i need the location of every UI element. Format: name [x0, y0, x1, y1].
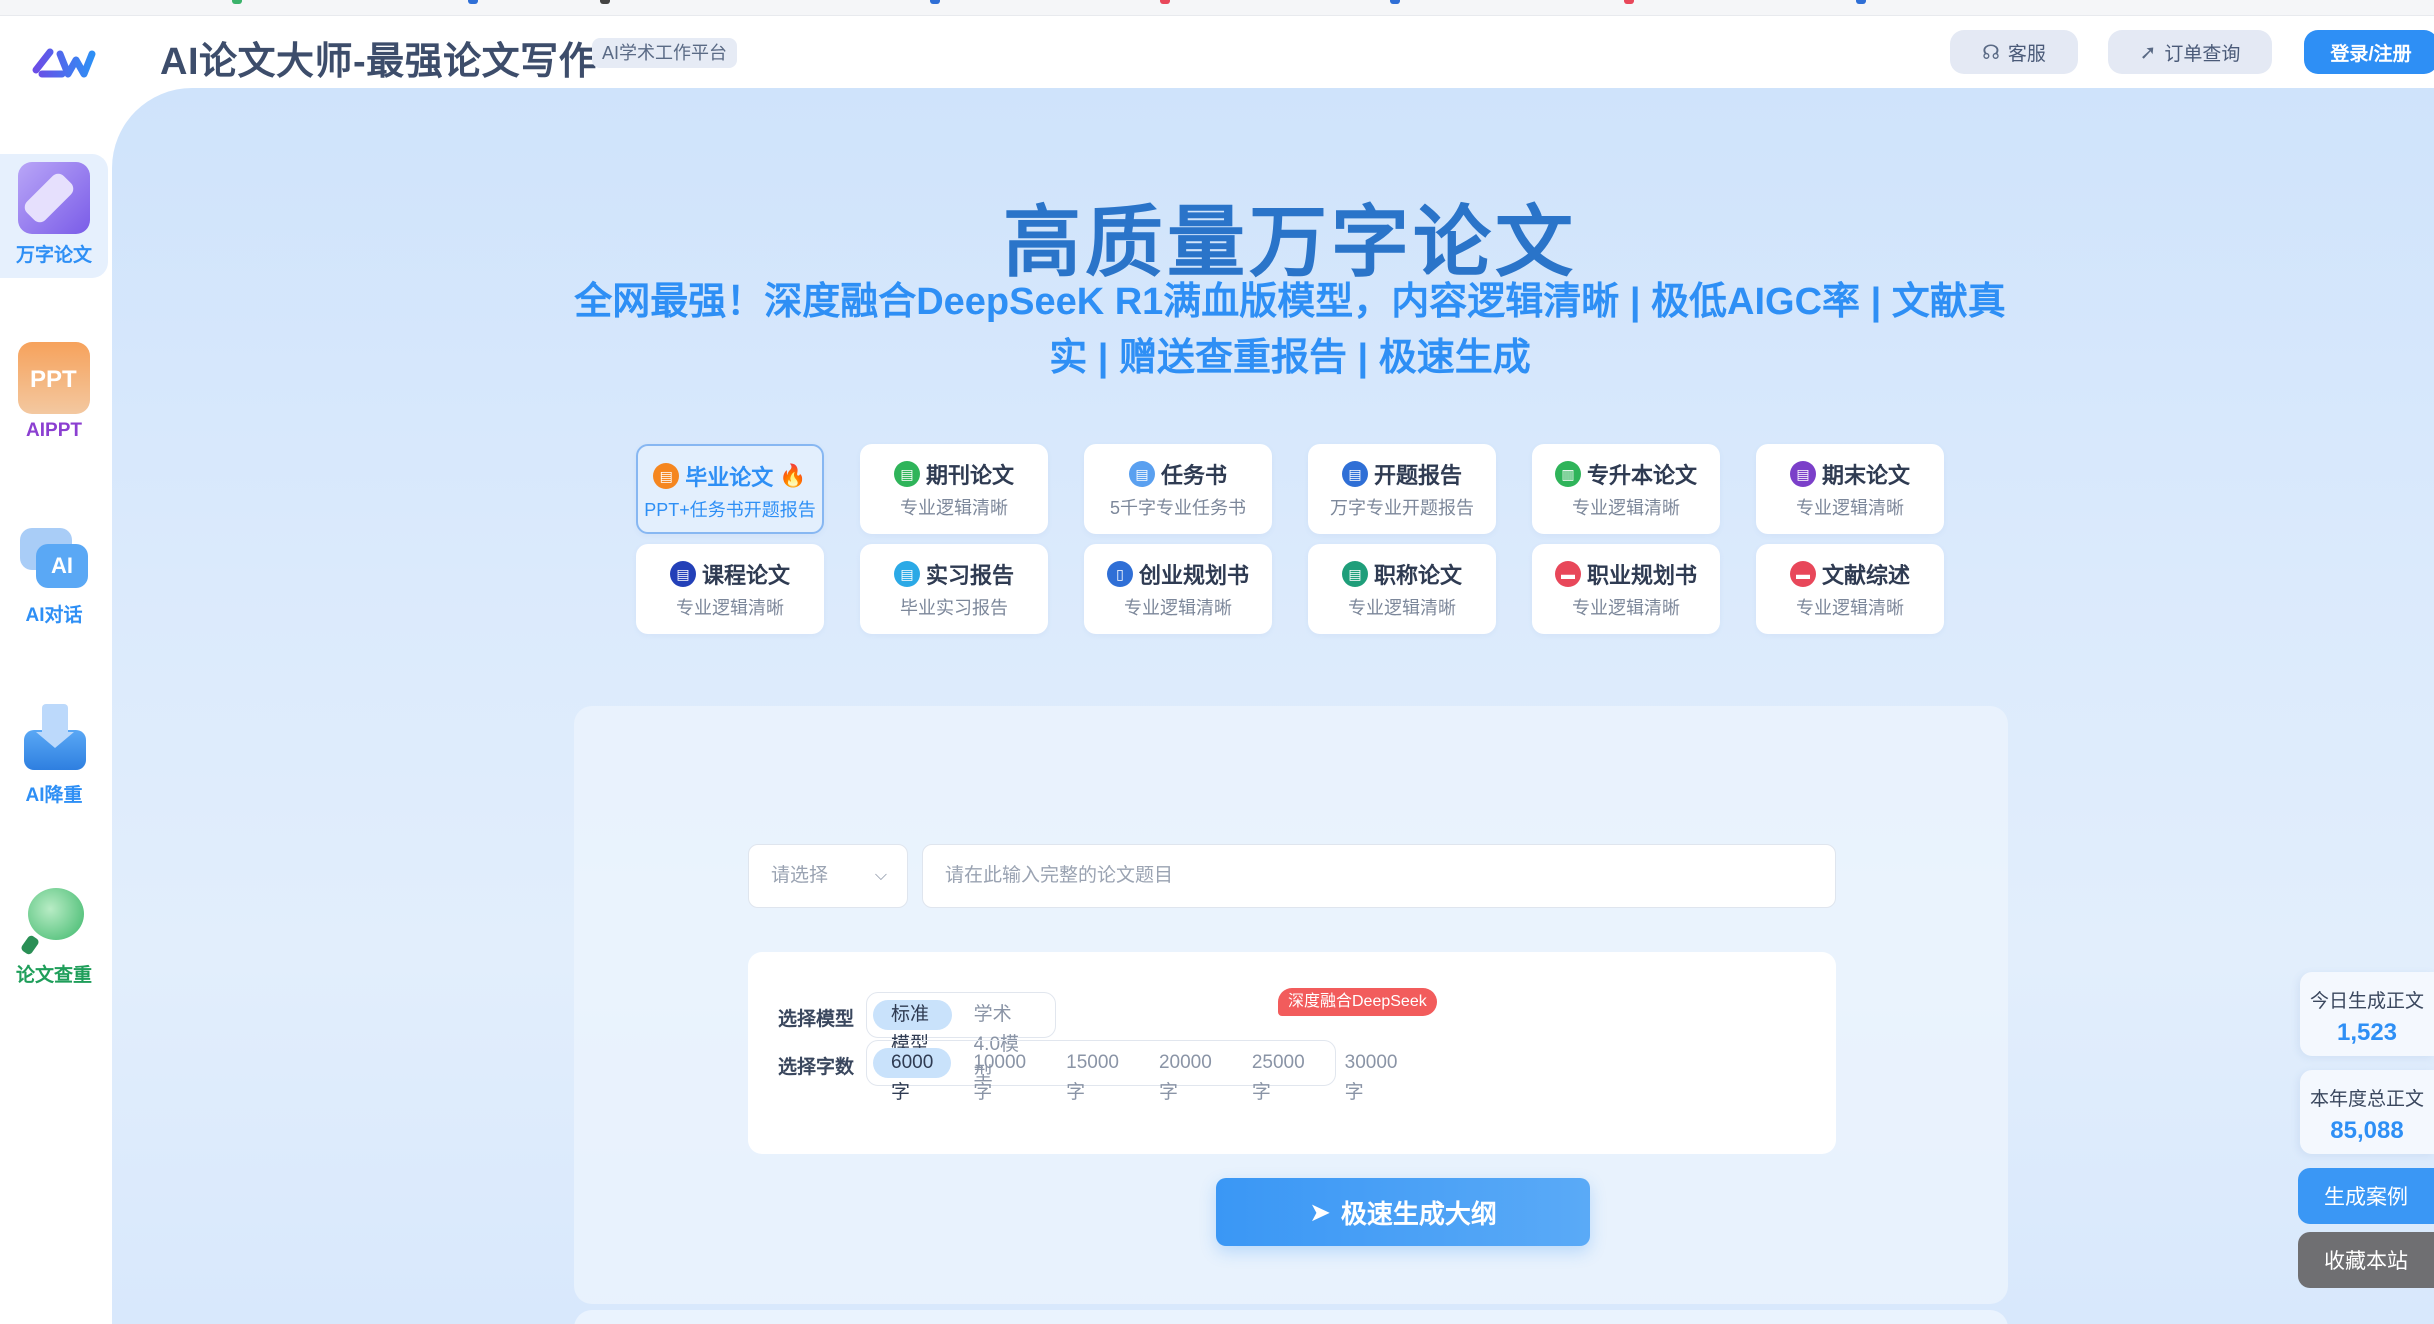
headset-icon: ☊ [1982, 41, 2000, 64]
ai-chat-icon: AI [18, 522, 90, 594]
card-subtitle: 毕业实习报告 [900, 598, 1008, 618]
card-title: 实习报告 [925, 563, 1014, 588]
paper-type-card[interactable]: ▤ 职称论文专业逻辑清晰 [1308, 544, 1496, 634]
paper-type-card[interactable]: ▤ 开题报告万字专业开题报告 [1308, 444, 1496, 534]
card-title: 职称论文 [1373, 563, 1462, 588]
doc-icon: ▤ [653, 463, 680, 489]
card-title: 文献综述 [1821, 563, 1910, 588]
paper-type-card[interactable]: ▤ 期刊论文专业逻辑清晰 [860, 444, 1048, 534]
doc-icon: ▤ [1789, 461, 1816, 487]
order-query-button[interactable]: ➚ 订单查询 [2108, 30, 2272, 74]
deepseek-badge: 深度融合DeepSeek [1278, 988, 1437, 1016]
doc-icon: ▯ [1106, 561, 1133, 587]
next-section-card [574, 1310, 2008, 1324]
left-sidebar: 万字论文 PPT AIPPT AI AI对话 AI降重 论文查重 [0, 88, 112, 1324]
card-subtitle: 专业逻辑清晰 [1124, 598, 1232, 618]
sidebar-item-ai-chat[interactable]: AI AI对话 [0, 514, 108, 638]
year-stat: 本年度总正文 85,088 [2300, 1070, 2434, 1154]
customer-service-button[interactable]: ☊ 客服 [1950, 30, 2078, 74]
paper-type-cards: ▤ 毕业论文 🔥 PPT+任务书开题报告 ▤ 期刊论文 专业逻辑清晰 ▤ 任务书 5千字专业任务书… [636, 444, 2076, 644]
word-option[interactable]: 10000字 [955, 1048, 1044, 1103]
sidebar-item-aippt[interactable]: PPT AIPPT [0, 334, 108, 458]
paper-type-card[interactable]: ▤ 毕业论文 🔥 PPT+任务书开题报告 [636, 444, 824, 534]
doc-icon: ▤ [893, 461, 920, 487]
card-subtitle: 专业逻辑清晰 [1572, 598, 1680, 618]
paper-type-card[interactable]: ▤ 期末论文专业逻辑清晰 [1756, 444, 1944, 534]
paper-type-card[interactable]: ▥ 专升本论文专业逻辑清晰 [1532, 444, 1720, 534]
paper-type-card[interactable]: ▤ 实习报告毕业实习报告 [860, 544, 1048, 634]
model-label: 选择模型 [778, 1009, 855, 1030]
app-title: AI论文大师-最强论文写作 [160, 41, 598, 83]
chevron-down-icon: ⌵ [874, 867, 887, 884]
cases-button[interactable]: 生成案例 [2298, 1168, 2434, 1224]
card-title: 职业规划书 [1586, 563, 1697, 588]
magnifier-icon [18, 882, 90, 956]
doc-icon: ▤ [669, 561, 696, 587]
word-option[interactable]: 6000字 [873, 1048, 952, 1103]
paper-type-card[interactable]: ▤ 课程论文专业逻辑清晰 [636, 544, 824, 634]
sidebar-item-plagiarism-check[interactable]: 论文查重 [0, 874, 108, 998]
sidebar-item-thesis[interactable]: 万字论文 [0, 154, 108, 278]
card-subtitle: 专业逻辑清晰 [1796, 598, 1904, 618]
word-option[interactable]: 30000字 [1327, 1048, 1416, 1103]
card-title: 期末论文 [1821, 463, 1910, 488]
bookmark-button[interactable]: 收藏本站 [2298, 1232, 2434, 1288]
sidebar-item-ai-rewrite[interactable]: AI降重 [0, 694, 108, 818]
paper-type-card[interactable]: ▬ 职业规划书专业逻辑清晰 [1532, 544, 1720, 634]
doc-icon: ▤ [1128, 461, 1155, 487]
pen-icon [18, 162, 90, 234]
doc-icon: ▬ [1789, 561, 1816, 587]
topic-input[interactable] [922, 844, 1836, 908]
word-option[interactable]: 25000字 [1234, 1048, 1323, 1103]
doc-icon: ▥ [1554, 461, 1581, 487]
browser-bookmark-strip [0, 0, 2434, 16]
card-subtitle: 专业逻辑清晰 [1348, 598, 1456, 618]
words-label: 选择字数 [778, 1057, 855, 1078]
model-option-standard[interactable]: 标准模型 [873, 1000, 952, 1055]
app-logo-icon[interactable] [20, 40, 100, 90]
doc-icon: ▤ [893, 561, 920, 587]
login-register-button[interactable]: 登录/注册 [2304, 30, 2434, 74]
card-title: 开题报告 [1373, 463, 1462, 488]
card-subtitle: 万字专业开题报告 [1330, 498, 1474, 518]
card-title: 创业规划书 [1138, 563, 1249, 588]
download-tray-icon [18, 702, 90, 774]
card-title: 专升本论文 [1586, 463, 1697, 488]
rocket-icon: ➚ [2139, 41, 2157, 64]
hero-subtitle: 全网最强！深度融合DeepSeeK R1满血版模型，内容逻辑清晰 | 极低AIG… [574, 281, 2006, 379]
card-subtitle: PPT+任务书开题报告 [644, 500, 816, 520]
paper-type-card[interactable]: ▤ 任务书 5千字专业任务书 [1084, 444, 1272, 534]
form-panel: 请选择 ⌵ 选择模型 标准模型 学术4.0模型 深度融合DeepSeek 选择字… [574, 706, 2008, 1304]
model-selector: 标准模型 学术4.0模型 [866, 992, 1056, 1085]
ppt-icon: PPT [18, 342, 90, 414]
app-tag-badge: AI学术工作平台 [592, 38, 738, 68]
today-stat: 今日生成正文 1,523 [2300, 972, 2434, 1056]
category-select[interactable]: 请选择 ⌵ [748, 844, 908, 908]
options-box: 选择模型 标准模型 学术4.0模型 深度融合DeepSeek 选择字数 6000… [748, 952, 1836, 1154]
word-option[interactable]: 15000字 [1048, 1048, 1137, 1103]
card-title: 课程论文 [701, 563, 790, 588]
card-title: 期刊论文 [925, 463, 1014, 488]
paper-plane-icon: ➤ [1309, 1196, 1331, 1227]
card-subtitle: 专业逻辑清晰 [1796, 498, 1904, 518]
doc-icon: ▬ [1554, 561, 1581, 587]
card-subtitle: 5千字专业任务书 [1109, 498, 1246, 518]
fire-icon: 🔥 [779, 463, 807, 488]
model-option-academic[interactable]: 学术4.0模型 [956, 1000, 1049, 1085]
word-count-selector: 6000字 10000字 15000字 20000字 25000字 30000字 [866, 1040, 1398, 1103]
word-option[interactable]: 20000字 [1141, 1048, 1230, 1103]
paper-type-card[interactable]: ▬ 文献综述专业逻辑清晰 [1756, 544, 1944, 634]
card-subtitle: 专业逻辑清晰 [676, 598, 784, 618]
main-content: 高质量万字论文 全网最强！深度融合DeepSeeK R1满血版模型，内容逻辑清晰… [112, 88, 2434, 1324]
card-subtitle: 专业逻辑清晰 [1572, 498, 1680, 518]
card-title: 任务书 [1160, 463, 1227, 488]
card-title: 毕业论文 [685, 465, 774, 490]
doc-icon: ▤ [1341, 461, 1368, 487]
paper-type-card[interactable]: ▯ 创业规划书专业逻辑清晰 [1084, 544, 1272, 634]
card-subtitle: 专业逻辑清晰 [900, 498, 1008, 518]
generate-outline-button[interactable]: ➤ 极速生成大纲 [1216, 1178, 1590, 1246]
doc-icon: ▤ [1341, 561, 1368, 587]
